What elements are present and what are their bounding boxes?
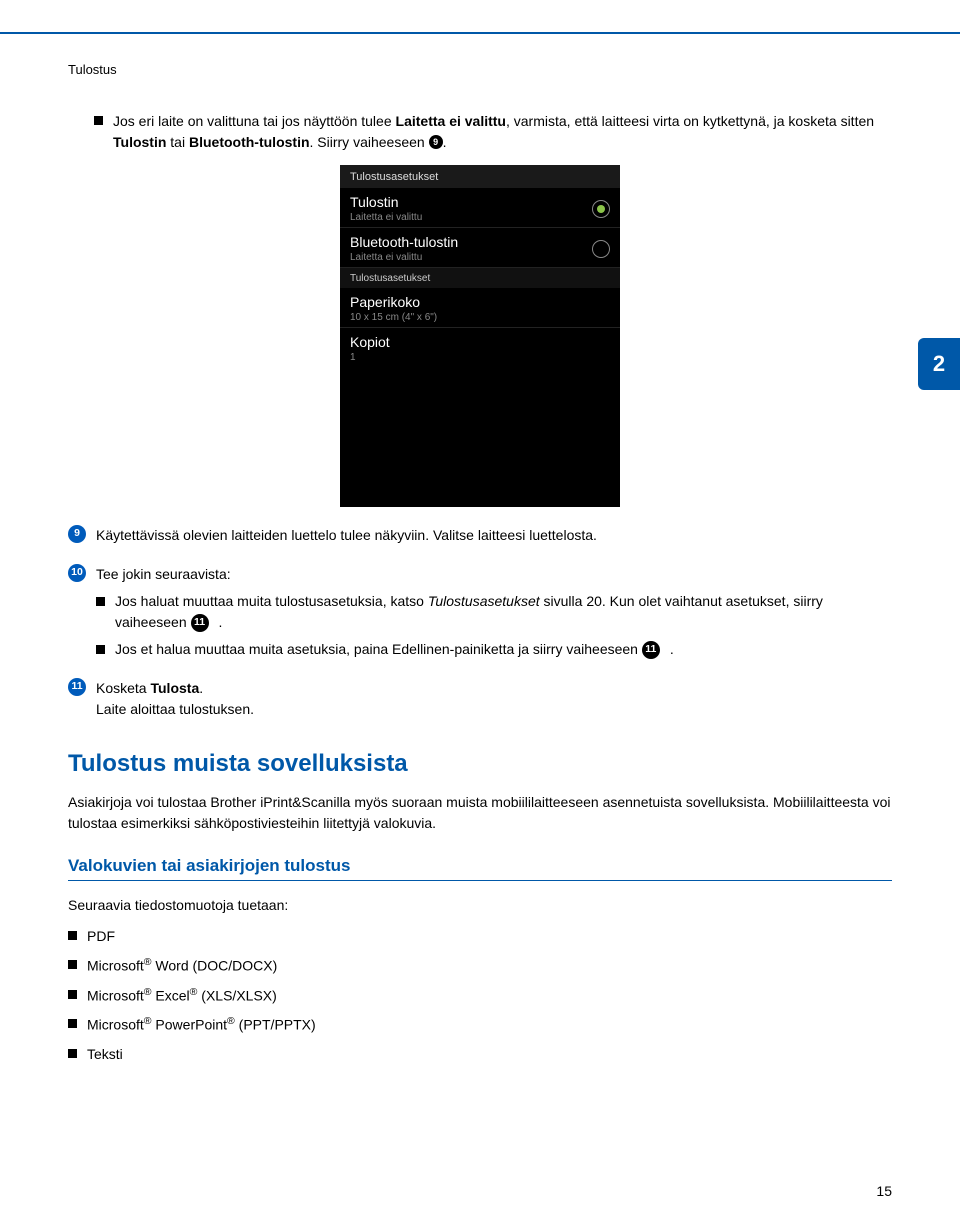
screenshot-row-tulostin: Tulostin Laitetta ei valittu: [340, 188, 620, 228]
screenshot-row-main: Tulostin: [350, 194, 422, 210]
step-ref-9-icon: 9: [429, 135, 443, 149]
step-10-lead: Tee jokin seuraavista:: [96, 564, 892, 585]
square-bullet-icon: [96, 597, 105, 606]
intro-text: Jos eri laite on valittuna tai jos näytt…: [113, 111, 892, 153]
step-number-9-icon: 9: [68, 525, 86, 543]
square-bullet-icon: [68, 931, 77, 940]
screenshot-row-bluetooth: Bluetooth-tulostin Laitetta ei valittu: [340, 228, 620, 268]
square-bullet-icon: [68, 960, 77, 969]
step-number-10-icon: 10: [68, 564, 86, 582]
list-item-pdf: PDF: [68, 926, 892, 947]
heading-tulostus-muista: Tulostus muista sovelluksista: [68, 750, 892, 778]
radio-selected-icon: [592, 200, 610, 218]
section-label: Tulostus: [68, 62, 892, 77]
screenshot-row-sub: 10 x 15 cm (4" x 6"): [350, 312, 437, 323]
screenshot-row-sub: 1: [350, 352, 390, 363]
list-item-word: Microsoft® Word (DOC/DOCX): [68, 955, 892, 977]
step-11-line1: Kosketa Tulosta.: [96, 678, 892, 699]
step-9: 9 Käytettävissä olevien laitteiden luett…: [68, 525, 892, 546]
page-number: 15: [876, 1183, 892, 1199]
heading-underline: [68, 880, 892, 881]
screenshot-row-kopiot: Kopiot 1: [340, 328, 620, 367]
step-ref-11-icon: 11: [191, 614, 209, 632]
paragraph-after-h2: Asiakirjoja voi tulostaa Brother iPrint&…: [68, 792, 892, 834]
step-ref-11-icon: 11: [642, 641, 660, 659]
screenshot-row-main: Bluetooth-tulostin: [350, 234, 458, 250]
chapter-tab: 2: [918, 338, 960, 390]
list-item-text: Teksti: [68, 1044, 892, 1065]
heading-valokuvien: Valokuvien tai asiakirjojen tulostus: [68, 856, 892, 876]
radio-unselected-icon: [592, 240, 610, 258]
screenshot-title: Tulostusasetukset: [340, 165, 620, 188]
square-bullet-icon: [96, 645, 105, 654]
screenshot-row-sub: Laitetta ei valittu: [350, 252, 458, 263]
screenshot-row-sub: Laitetta ei valittu: [350, 212, 422, 223]
top-rule: [0, 32, 960, 34]
step-number-11-icon: 11: [68, 678, 86, 696]
step-10-bullet-1: Jos haluat muuttaa muita tulostusasetuks…: [96, 591, 892, 633]
phone-screenshot: Tulostusasetukset Tulostin Laitetta ei v…: [340, 165, 620, 507]
square-bullet-icon: [68, 1049, 77, 1058]
square-bullet-icon: [94, 116, 103, 125]
list-item-excel: Microsoft® Excel® (XLS/XLSX): [68, 985, 892, 1007]
step-11-line2: Laite aloittaa tulostuksen.: [96, 699, 892, 720]
step-10: 10 Tee jokin seuraavista: Jos haluat muu…: [68, 564, 892, 660]
square-bullet-icon: [68, 1019, 77, 1028]
screenshot-row-main: Kopiot: [350, 334, 390, 350]
step-11: 11 Kosketa Tulosta. Laite aloittaa tulos…: [68, 678, 892, 720]
screenshot-row-main: Paperikoko: [350, 294, 437, 310]
list-item-powerpoint: Microsoft® PowerPoint® (PPT/PPTX): [68, 1014, 892, 1036]
square-bullet-icon: [68, 990, 77, 999]
step-9-text: Käytettävissä olevien laitteiden luettel…: [96, 525, 892, 546]
screenshot-row-paperikoko: Paperikoko 10 x 15 cm (4" x 6"): [340, 288, 620, 328]
step-10-bullet-2: Jos et halua muuttaa muita asetuksia, pa…: [96, 639, 892, 660]
screenshot-section-label: Tulostusasetukset: [340, 268, 620, 288]
paragraph-after-h3: Seuraavia tiedostomuotoja tuetaan:: [68, 895, 892, 916]
filetype-list: PDF Microsoft® Word (DOC/DOCX) Microsoft…: [68, 926, 892, 1065]
intro-paragraph: Jos eri laite on valittuna tai jos näytt…: [94, 111, 892, 153]
